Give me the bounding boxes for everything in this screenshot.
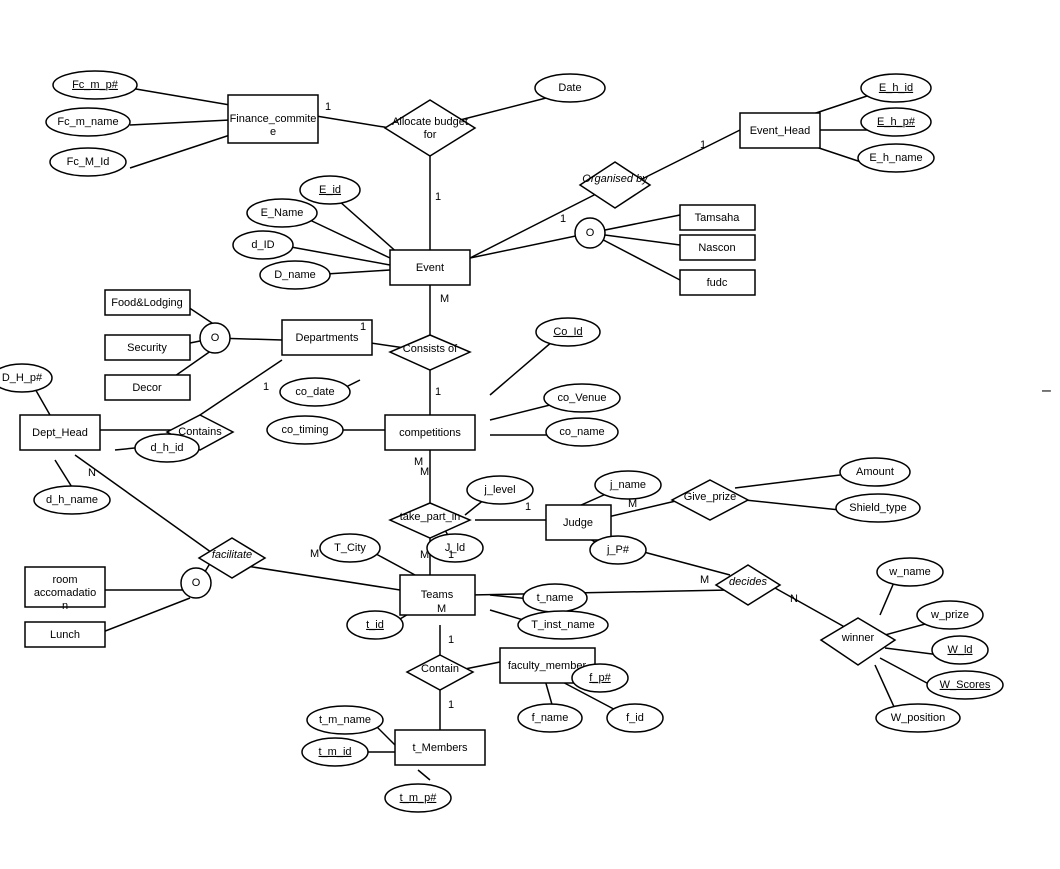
allocate-budget-label2: for [424, 129, 437, 141]
decor-label: Decor [132, 382, 162, 394]
consists-of-label: Consists of [403, 343, 458, 355]
fudc-label: fudc [707, 277, 728, 289]
event-label: Event [416, 262, 444, 274]
e-h-p-label: E_h_p# [877, 116, 916, 128]
winner-label: winner [841, 632, 875, 644]
departments-specialization-label: O [211, 332, 220, 344]
svg-text:M: M [700, 574, 709, 586]
svg-text:1: 1 [700, 139, 706, 151]
t-members-label: t_Members [412, 742, 468, 754]
t-name-label: t_name [537, 592, 574, 604]
fc-m-id-label: Fc_M_Id [67, 156, 110, 168]
svg-text:M: M [310, 548, 319, 560]
co-id-label: Co_Id [553, 326, 582, 338]
w-name-label: w_name [888, 566, 931, 578]
event-head-label: Event_Head [750, 125, 811, 137]
w-id-label: W_ld [947, 644, 972, 656]
e-h-id-label: E_h_id [879, 82, 913, 94]
take-part-in-label: take_part_in [400, 511, 461, 523]
organised-by-label: Organised by [582, 173, 649, 185]
co-date-label: co_date [295, 386, 334, 398]
lunch-label: Lunch [50, 629, 80, 641]
e-id-label: E_id [319, 184, 341, 196]
t-city-label: T_City [334, 542, 366, 554]
card-m-teams: M [437, 603, 446, 615]
co-timing-label: co_timing [281, 424, 328, 436]
finance-committee-label: Finance_commite [230, 113, 317, 125]
f-p-label: f_p# [589, 672, 611, 684]
svg-text:1: 1 [325, 101, 331, 113]
give-prize-label: Give_prize [684, 491, 737, 503]
svg-text:N: N [790, 593, 798, 605]
room-accommodation-label3: n [62, 600, 68, 612]
f-id-label: f_id [626, 712, 644, 724]
j-name-label: j_name [609, 479, 646, 491]
t-m-id-label: t_m_id [318, 746, 351, 758]
co-name-label: co_name [559, 426, 604, 438]
d-h-p-label: D_H_p# [2, 372, 43, 384]
teams-label: Teams [421, 589, 454, 601]
room-accommodation-label: room [52, 574, 77, 586]
competitions-label: competitions [399, 427, 461, 439]
decides-label: decides [729, 576, 767, 588]
right-dash: – [1042, 382, 1051, 399]
d-h-name-label: d_h_name [46, 494, 98, 506]
svg-text:N: N [88, 467, 96, 479]
tamsaha-label: Tamsaha [695, 212, 741, 224]
fc-m-name-label: Fc_m_name [57, 116, 118, 128]
finance-committee-label2: e [270, 126, 276, 138]
contain-label: Contain [421, 663, 459, 675]
w-prize-label: w_prize [930, 609, 969, 621]
organised-by-diamond [580, 162, 650, 208]
card-m1-teams: 1 [448, 549, 454, 561]
room-accommodation-label2: accomadatio [34, 587, 96, 599]
svg-text:1: 1 [435, 386, 441, 398]
svg-text:1: 1 [263, 381, 269, 393]
svg-text:1: 1 [560, 213, 566, 225]
svg-text:1: 1 [435, 191, 441, 203]
card-m-competitions: M [414, 456, 423, 468]
dept-head-label: Dept_Head [32, 427, 88, 439]
co-venue-label: co_Venue [558, 392, 607, 404]
allocate-budget-label: Allocate budget [392, 116, 468, 128]
d-h-id-label: d_h_id [150, 442, 183, 454]
t-id-label: t_id [366, 619, 384, 631]
t-m-name-label: t_m_name [319, 714, 371, 726]
shield-type-label: Shield_type [849, 502, 907, 514]
er-diagram-canvas: 1 1 1 1 M 1 ' [0, 0, 1060, 869]
facilitate-label: facilitate [212, 549, 252, 561]
d-name-label: D_name [274, 269, 316, 281]
facilitate-o-label: O [192, 577, 201, 589]
security-label: Security [127, 342, 167, 354]
judge-label: Judge [563, 517, 593, 529]
departments-label: Departments [296, 332, 359, 344]
svg-text:M: M [440, 293, 449, 305]
e-name-label: E_Name [261, 207, 304, 219]
w-scores-label: W_Scores [940, 679, 991, 691]
date-label: Date [558, 82, 581, 94]
f-name-label: f_name [532, 712, 569, 724]
svg-text:1: 1 [448, 699, 454, 711]
w-position-label: W_position [891, 712, 945, 724]
svg-text:1: 1 [525, 501, 531, 513]
card-dept-consists: 1 [360, 321, 366, 333]
fc-m-p-label: Fc_m_p# [72, 79, 119, 91]
t-inst-name-label: T_inst_name [531, 619, 595, 631]
d-id-label: d_ID [251, 239, 274, 251]
food-lodging-label: Food&Lodging [111, 297, 183, 309]
t-m-p-label: t_m_p# [400, 792, 438, 804]
faculty-member-label: faculty_member [508, 660, 587, 672]
svg-text:1: 1 [448, 634, 454, 646]
nascon-label: Nascon [698, 242, 735, 254]
j-level-label: j_level [483, 484, 515, 496]
e-h-name-label: E_h_name [869, 152, 922, 164]
j-p-label: j_P# [606, 544, 630, 556]
amount-label: Amount [856, 466, 894, 478]
event-specialization-label: O [586, 227, 595, 239]
svg-text:M: M [628, 498, 637, 510]
